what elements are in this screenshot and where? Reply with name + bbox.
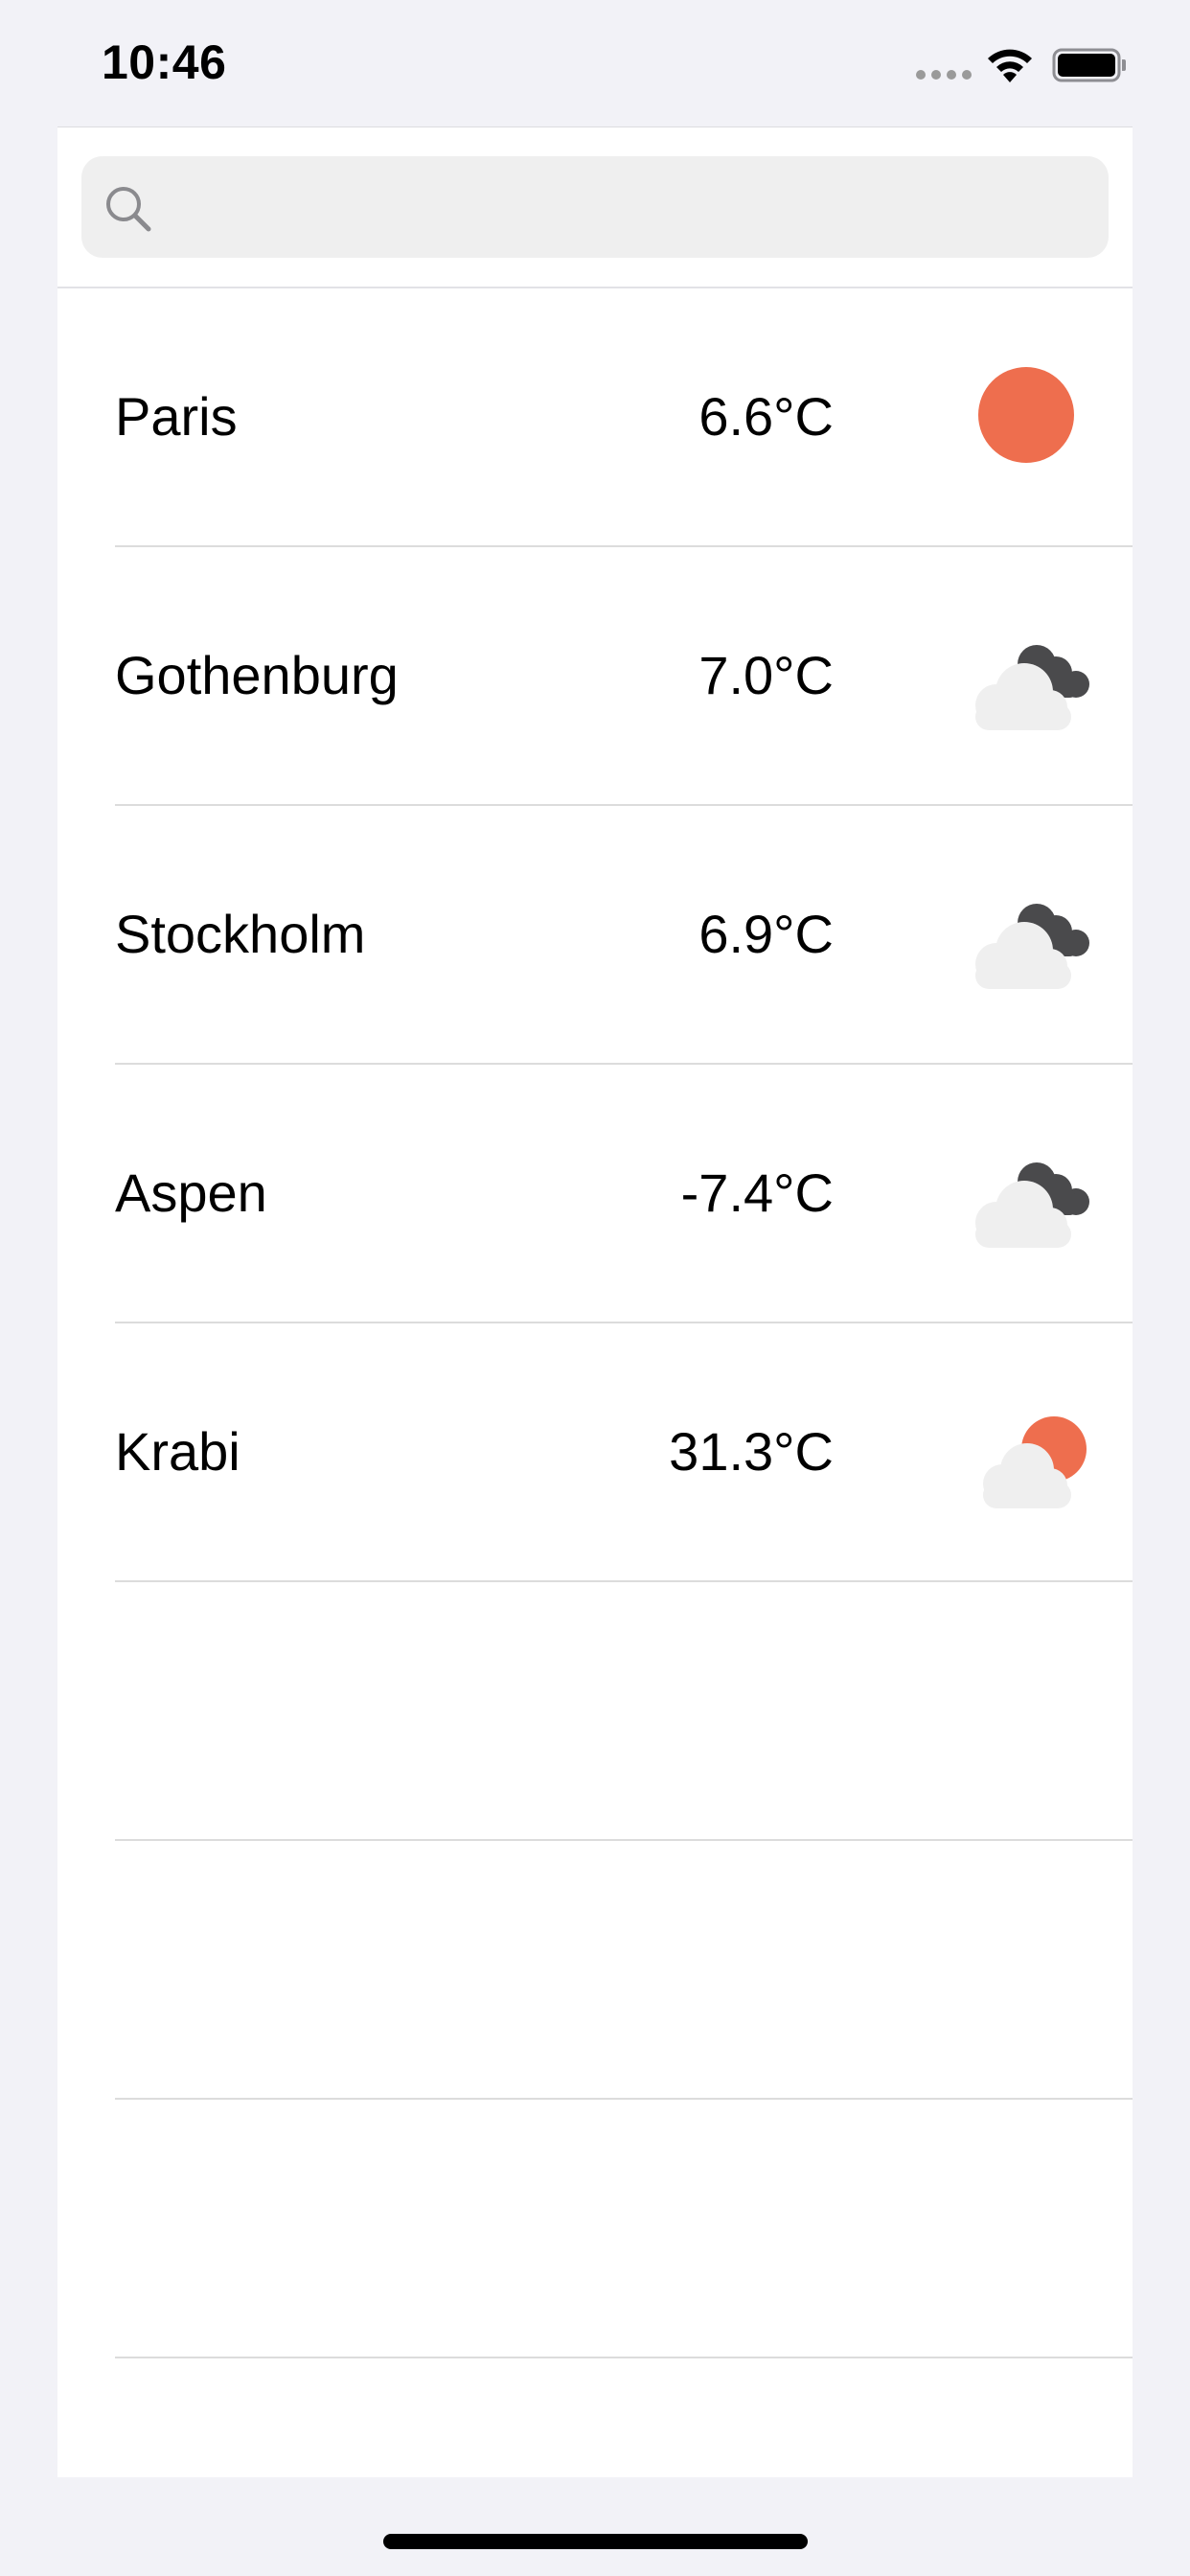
partly-sunny-icon: [983, 1416, 1087, 1508]
city-temperature: -7.4°C: [680, 1162, 834, 1223]
weather-list-screen: Paris 6.6°C Gothenburg 7.0°C Stockholm 6…: [57, 126, 1133, 2477]
search-bar: [57, 127, 1133, 288]
cloudy-icon: [975, 645, 1089, 730]
city-row-aspen[interactable]: Aspen -7.4°C: [115, 1063, 1133, 1323]
empty-row: [115, 1580, 1133, 1841]
status-time: 10:46: [102, 35, 227, 89]
search-field[interactable]: [81, 156, 1109, 260]
home-indicator[interactable]: [383, 2534, 808, 2549]
city-row-stockholm[interactable]: Stockholm 6.9°C: [115, 804, 1133, 1065]
search-input[interactable]: [168, 156, 1091, 260]
city-name: Stockholm: [115, 904, 366, 964]
battery-icon: [1052, 48, 1126, 82]
city-row-paris[interactable]: Paris 6.6°C: [115, 287, 1133, 547]
city-row-gothenburg[interactable]: Gothenburg 7.0°C: [115, 545, 1133, 806]
cellular-dots-icon: [916, 70, 972, 80]
cloudy-icon: [975, 904, 1089, 989]
wifi-icon: [988, 49, 1032, 82]
status-bar: 10:46: [0, 0, 1190, 126]
city-temperature: 6.6°C: [698, 386, 834, 447]
city-temperature: 31.3°C: [669, 1421, 834, 1482]
city-name: Aspen: [115, 1162, 267, 1223]
city-row-krabi[interactable]: Krabi 31.3°C: [115, 1322, 1133, 1582]
empty-row: [115, 2098, 1133, 2358]
search-icon: [106, 187, 151, 232]
city-name: Krabi: [115, 1421, 240, 1482]
city-name: Paris: [115, 386, 238, 447]
city-temperature: 7.0°C: [698, 645, 834, 705]
city-name: Gothenburg: [115, 645, 399, 705]
cloudy-icon: [975, 1162, 1089, 1248]
city-temperature: 6.9°C: [698, 904, 834, 964]
empty-row: [115, 1839, 1133, 2100]
sun-icon: [978, 367, 1074, 463]
